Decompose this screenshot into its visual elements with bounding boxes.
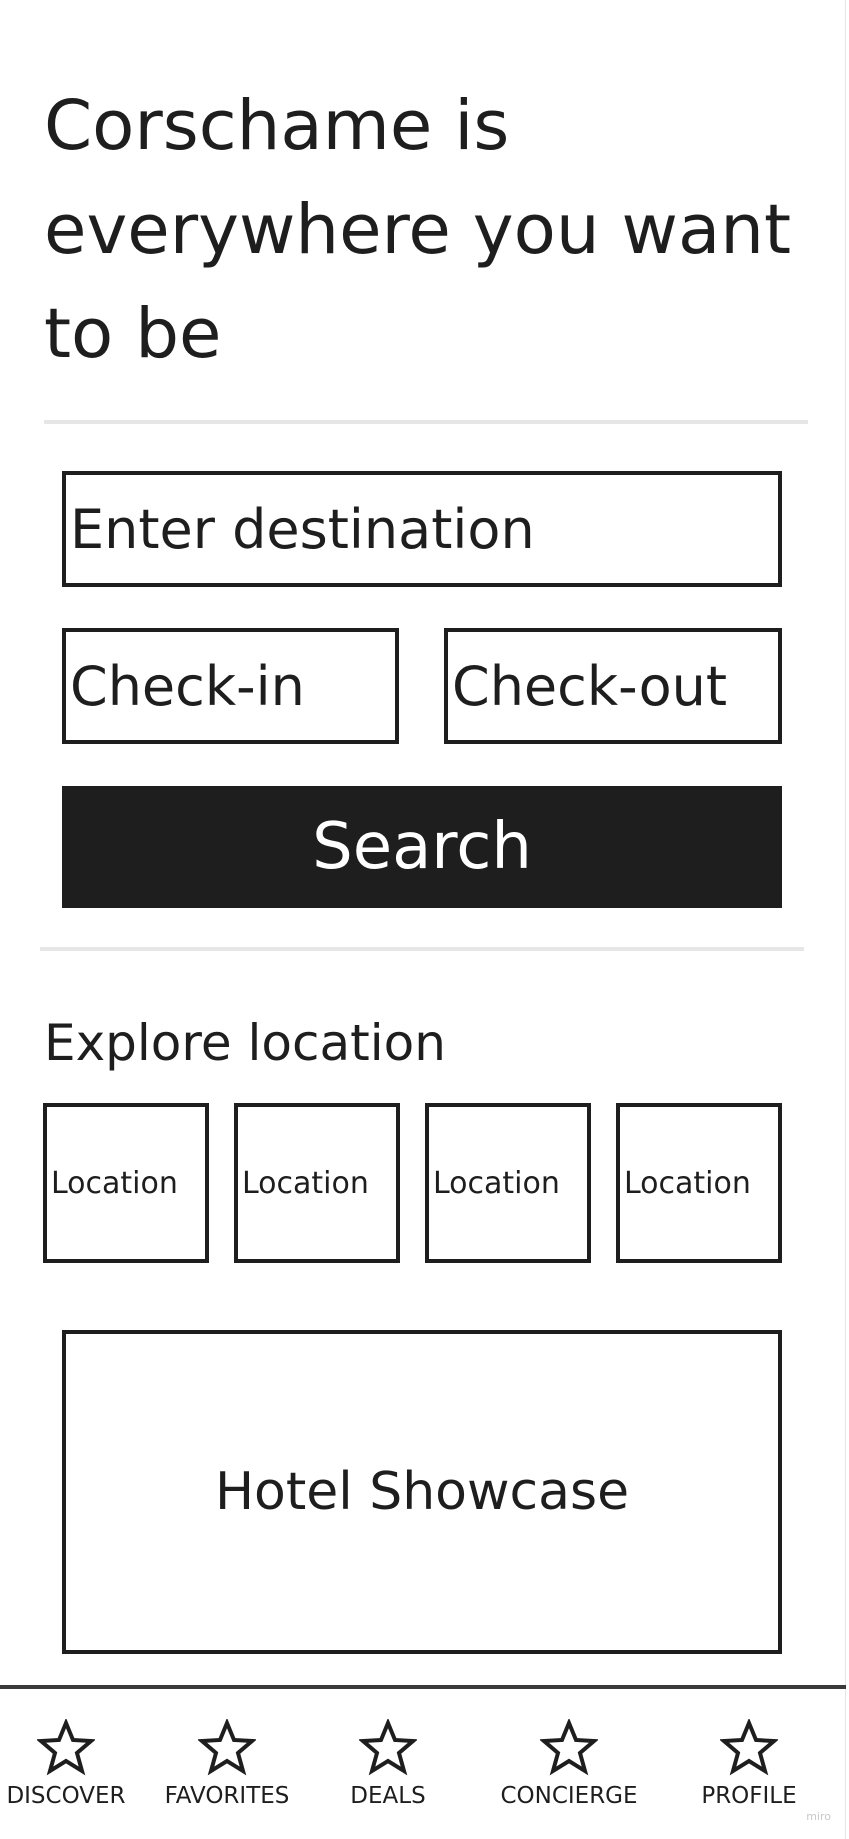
nav-item-deals[interactable]: DEALS xyxy=(338,1689,438,1839)
star-icon xyxy=(720,1719,778,1776)
top-divider xyxy=(44,420,808,424)
location-label: Location xyxy=(433,1165,560,1201)
location-card[interactable]: Location xyxy=(616,1103,782,1263)
location-card[interactable]: Location xyxy=(234,1103,400,1263)
explore-title: Explore location xyxy=(44,1014,446,1072)
hotel-showcase-label: Hotel Showcase xyxy=(214,1462,630,1522)
location-label: Location xyxy=(242,1165,369,1201)
location-label: Location xyxy=(624,1165,751,1201)
nav-label: DEALS xyxy=(350,1783,426,1809)
search-button[interactable]: Search xyxy=(62,786,782,908)
nav-label: PROFILE xyxy=(701,1783,797,1809)
checkout-placeholder: Check-out xyxy=(452,654,728,718)
checkin-placeholder: Check-in xyxy=(70,654,305,718)
nav-item-concierge[interactable]: CONCIERGE xyxy=(496,1689,642,1839)
destination-input[interactable]: Enter destination xyxy=(62,471,782,587)
location-card[interactable]: Location xyxy=(43,1103,209,1263)
app-frame: Corschame is everywhere you want to be E… xyxy=(0,0,846,1839)
star-icon xyxy=(37,1719,95,1776)
destination-placeholder: Enter destination xyxy=(70,497,535,561)
nav-item-profile[interactable]: PROFILE xyxy=(694,1689,804,1839)
checkout-input[interactable]: Check-out xyxy=(444,628,782,744)
miro-watermark: miro xyxy=(806,1810,831,1823)
location-card[interactable]: Location xyxy=(425,1103,591,1263)
nav-label: DISCOVER xyxy=(6,1783,126,1809)
nav-item-discover[interactable]: DISCOVER xyxy=(6,1689,126,1839)
hotel-showcase[interactable]: Hotel Showcase xyxy=(62,1330,782,1654)
mid-divider xyxy=(40,947,804,951)
checkin-input[interactable]: Check-in xyxy=(62,628,399,744)
location-label: Location xyxy=(51,1165,178,1201)
star-icon xyxy=(359,1719,417,1776)
nav-item-favorites[interactable]: FAVORITES xyxy=(164,1689,290,1839)
bottom-nav: DISCOVER FAVORITES DEALS CONCIERGE PROFI… xyxy=(0,1689,846,1839)
nav-label: CONCIERGE xyxy=(500,1783,638,1809)
nav-label: FAVORITES xyxy=(164,1783,290,1809)
hero-title: Corschame is everywhere you want to be xyxy=(44,86,792,374)
star-icon xyxy=(540,1719,598,1776)
star-icon xyxy=(198,1719,256,1776)
